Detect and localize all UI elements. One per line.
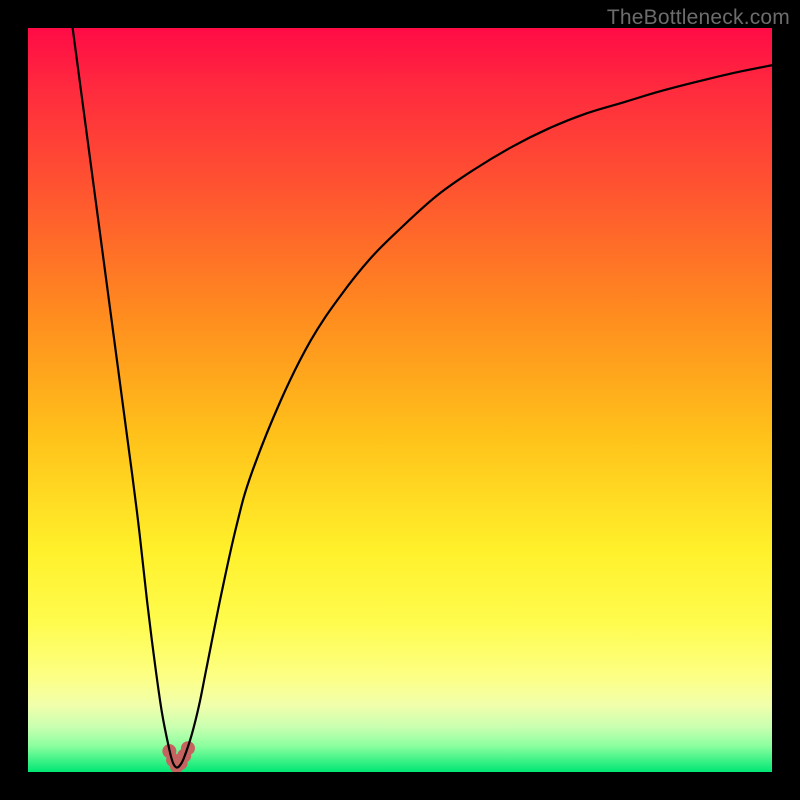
chart-frame: TheBottleneck.com bbox=[0, 0, 800, 800]
watermark-text: TheBottleneck.com bbox=[607, 6, 790, 30]
curve-svg bbox=[28, 28, 772, 772]
plot-area bbox=[28, 28, 772, 772]
bottleneck-curve bbox=[73, 28, 772, 768]
